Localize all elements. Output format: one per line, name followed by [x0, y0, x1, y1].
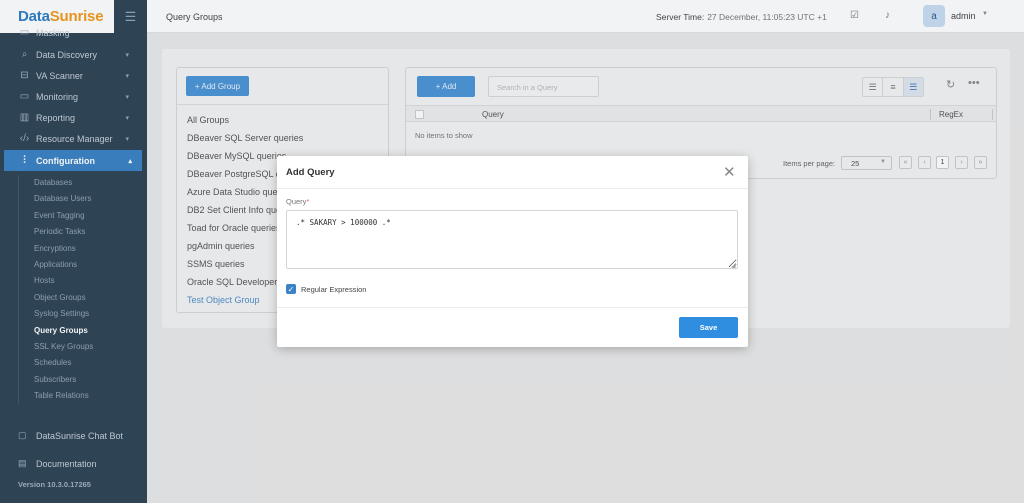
group-item[interactable]: pgAdmin queries	[187, 241, 255, 251]
regex-checkbox[interactable]: ✓	[286, 284, 296, 294]
close-icon[interactable]: ✕	[723, 165, 736, 180]
sidebar-subitem-databases[interactable]: Databases	[19, 175, 138, 191]
user-name[interactable]: admin	[951, 11, 976, 21]
sidebar-subitem-schedules[interactable]: Schedules	[19, 355, 138, 371]
top-header: Query Groups Server Time: 27 December, 11…	[147, 0, 1024, 33]
sidebar-item-documentation[interactable]: ▤ Documentation	[18, 458, 97, 469]
sidebar-subitem-periodic-tasks[interactable]: Periodic Tasks	[19, 224, 138, 240]
resize-handle-icon[interactable]: ◢	[731, 262, 736, 269]
compact-view-icon[interactable]: ≡	[883, 78, 904, 96]
group-item[interactable]: DBeaver MySQL queries	[187, 151, 286, 161]
sidebar-item-data-discovery[interactable]: ⌕ Data Discovery ▾	[0, 44, 147, 65]
refresh-icon[interactable]: ↻	[946, 78, 955, 91]
sidebar-subitem-object-groups[interactable]: Object Groups	[19, 290, 138, 306]
regex-label[interactable]: Regular Expression	[301, 285, 366, 294]
chevron-down-icon: ▾	[125, 51, 129, 59]
group-item[interactable]: Toad for Oracle queries	[187, 223, 281, 233]
sidebar-item-monitoring[interactable]: ▭ Monitoring ▾	[0, 86, 147, 107]
chart-icon: ▥	[19, 112, 30, 123]
sidebar-subitem-query-groups[interactable]: Query Groups	[19, 323, 138, 339]
chevron-down-icon: ▾	[125, 93, 129, 101]
group-item[interactable]: All Groups	[187, 115, 229, 125]
sidebar-subitem-applications[interactable]: Applications	[19, 257, 138, 273]
sidebar-item-resource-manager[interactable]: ‹/› Resource Manager ▾	[0, 128, 147, 149]
sliders-icon: ⫶	[23, 155, 26, 166]
more-options-icon[interactable]: •••	[968, 77, 980, 89]
sidebar-subitem-event-tagging[interactable]: Event Tagging	[19, 208, 138, 224]
last-page-button[interactable]: »	[974, 156, 987, 169]
current-page[interactable]: 1	[936, 156, 949, 169]
bell-icon[interactable]: ♪	[885, 10, 890, 21]
sidebar-item-va-scanner[interactable]: ⊟ VA Scanner ▾	[0, 65, 147, 86]
dialog-title: Add Query	[286, 167, 335, 178]
scanner-icon: ⊟	[20, 70, 29, 81]
list-view-icon[interactable]: ☰	[863, 78, 884, 96]
page-title: Query Groups	[166, 12, 223, 22]
items-per-page-select[interactable]: 25 ▼	[841, 156, 892, 170]
configuration-submenu: Databases Database Users Event Tagging P…	[18, 175, 138, 405]
sidebar-subitem-hosts[interactable]: Hosts	[19, 273, 138, 289]
column-regex[interactable]: RegEx	[939, 110, 963, 119]
avatar[interactable]: a	[923, 5, 945, 27]
view-toggle: ☰ ≡ ☰	[862, 77, 924, 97]
book-icon: ▤	[18, 458, 27, 468]
version-label: Version 10.3.0.17265	[18, 480, 91, 489]
chevron-down-icon: ▾	[125, 135, 129, 143]
group-item[interactable]: Test Object Group	[187, 295, 260, 305]
select-all-checkbox[interactable]	[415, 110, 424, 119]
items-per-page-label: Items per page:	[783, 159, 836, 168]
query-label: Query*	[286, 197, 310, 206]
sidebar-subitem-syslog-settings[interactable]: Syslog Settings	[19, 306, 138, 322]
group-item[interactable]: DBeaver SQL Server queries	[187, 133, 303, 143]
prev-page-button[interactable]: ‹	[918, 156, 931, 169]
table-header: Query RegEx	[406, 105, 996, 122]
sidebar-subitem-encryptions[interactable]: Encryptions	[19, 241, 138, 257]
sidebar-subitem-database-users[interactable]: Database Users	[19, 191, 138, 207]
column-query[interactable]: Query	[482, 110, 504, 119]
code-icon: ‹/›	[19, 133, 30, 144]
add-query-button[interactable]: + Add	[417, 76, 475, 97]
chevron-up-icon: ▴	[128, 157, 132, 165]
sidebar-item-configuration[interactable]: ⫶ Configuration ▴	[4, 150, 142, 171]
add-group-button[interactable]: + Add Group	[186, 76, 249, 96]
chevron-down-icon: ▼	[880, 159, 886, 165]
masking-icon: ▭	[19, 28, 30, 38]
save-button[interactable]: Save	[679, 317, 738, 338]
sidebar-item-chat-bot[interactable]: ▢ DataSunrise Chat Bot	[18, 430, 123, 441]
query-input[interactable]	[286, 210, 738, 269]
sidebar-item-masking[interactable]: ▭ Masking	[0, 28, 147, 38]
search-icon: ⌕	[21, 49, 28, 60]
server-time: Server Time: 27 December, 11:05:23 UTC +1	[656, 12, 827, 22]
search-input[interactable]: Search in a Query	[488, 76, 599, 97]
datasunrise-logo[interactable]: DataSunrise	[18, 8, 104, 25]
chevron-down-icon: ▾	[125, 114, 129, 122]
dense-view-icon[interactable]: ☰	[903, 78, 923, 96]
next-page-button[interactable]: ›	[955, 156, 968, 169]
monitor-icon: ▭	[19, 91, 30, 102]
empty-message: No items to show	[415, 131, 473, 140]
sidebar-item-reporting[interactable]: ▥ Reporting ▾	[0, 107, 147, 128]
sidebar-subitem-ssl-key-groups[interactable]: SSL Key Groups	[19, 339, 138, 355]
tasks-icon[interactable]: ☑	[850, 10, 859, 21]
sidebar-subitem-table-relations[interactable]: Table Relations	[19, 388, 138, 404]
group-item[interactable]: SSMS queries	[187, 259, 245, 269]
add-query-dialog: Add Query ✕ Query* ◢ ✓ Regular Expressio…	[277, 156, 748, 347]
chevron-down-icon[interactable]: ▼	[982, 11, 988, 17]
chevron-down-icon: ▾	[125, 72, 129, 80]
sidebar: DataSunrise ☰ ▭ Masking ⌕ Data Discovery…	[0, 0, 147, 503]
chat-icon: ▢	[18, 430, 27, 440]
first-page-button[interactable]: «	[899, 156, 912, 169]
sidebar-subitem-subscribers[interactable]: Subscribers	[19, 372, 138, 388]
